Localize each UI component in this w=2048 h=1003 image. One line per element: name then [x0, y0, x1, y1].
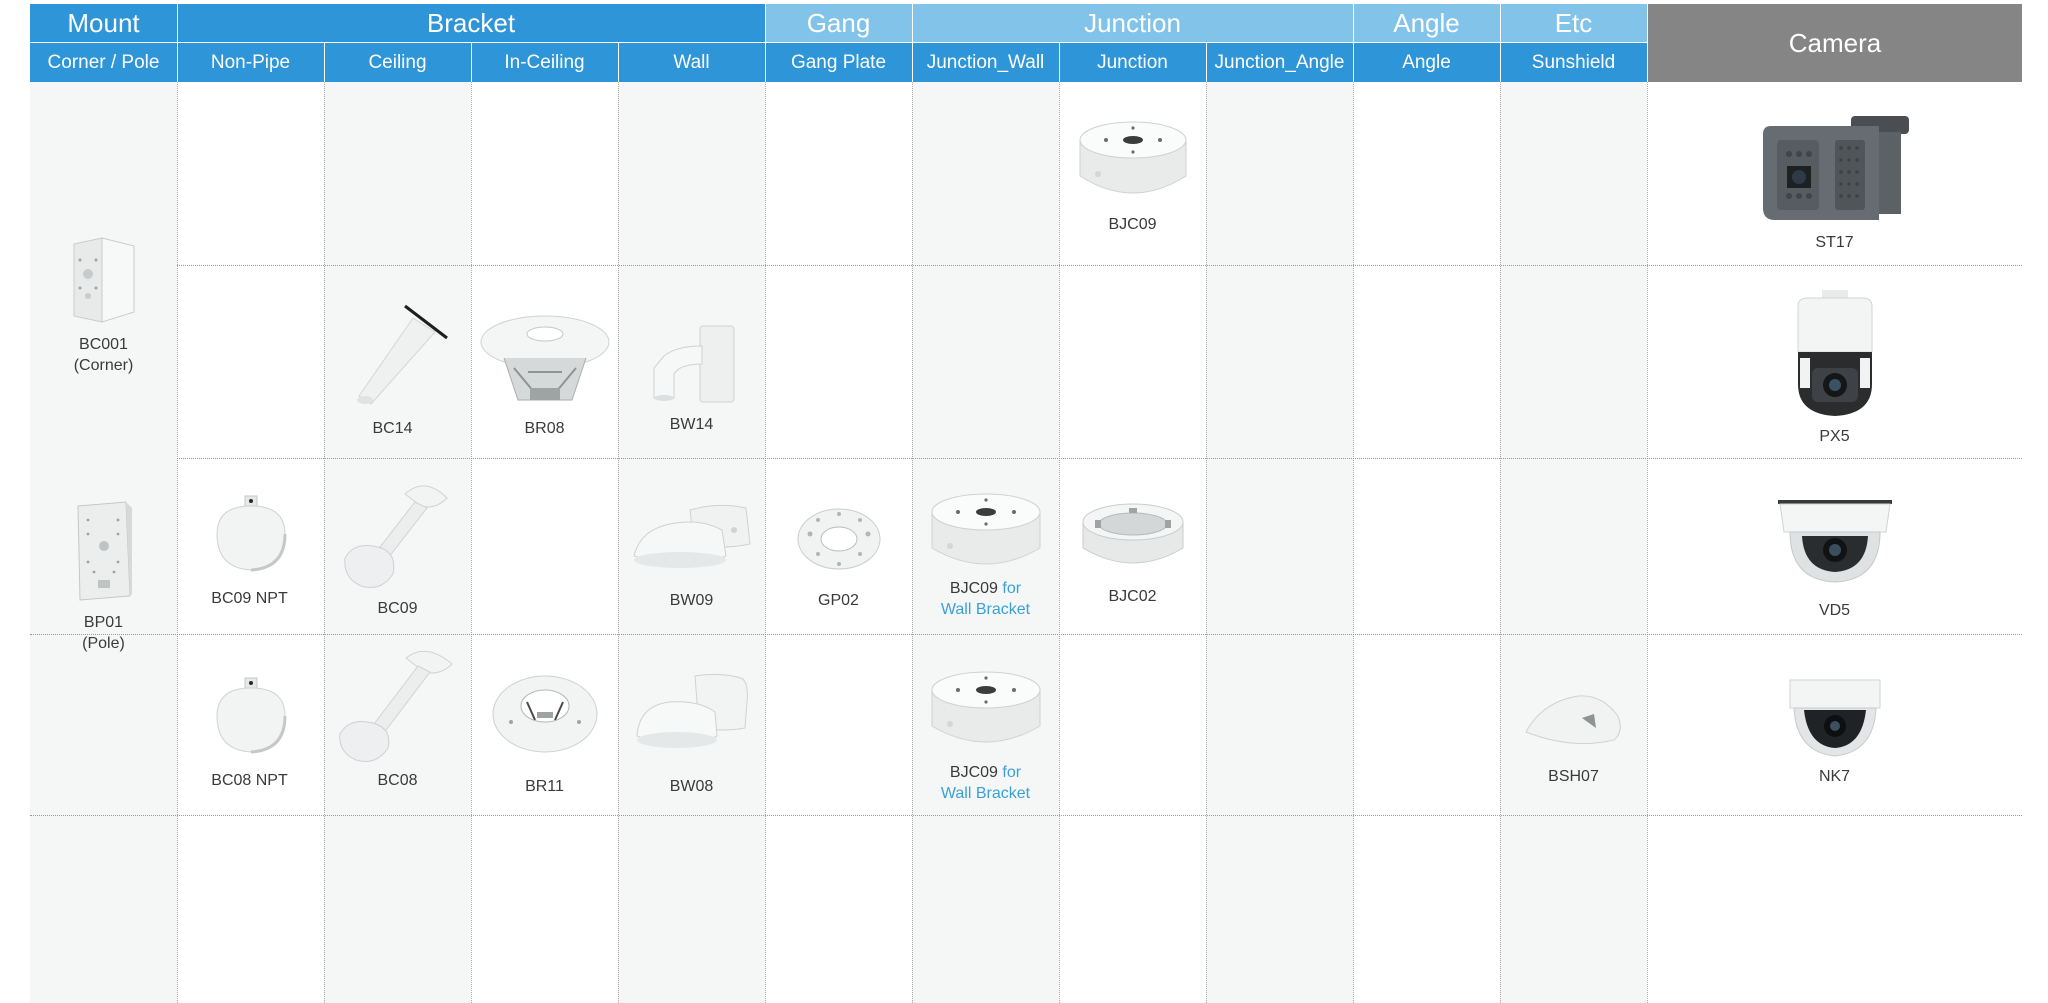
product-st17[interactable]: ST17	[1647, 110, 2022, 253]
product-br08[interactable]: BR08	[471, 312, 618, 439]
product-br11[interactable]: BR11	[471, 672, 618, 797]
bc001-label: BC001	[79, 336, 128, 353]
product-bjc02[interactable]: BJC02	[1059, 498, 1206, 607]
wall-bracket-image	[653, 325, 734, 403]
vd5-label: VD5	[1818, 602, 1851, 619]
product-bw09[interactable]: BW09	[618, 500, 765, 611]
column-bg-sunshield	[1500, 82, 1647, 1003]
col-wall: Wall	[618, 43, 765, 82]
bp01-label: BP01	[83, 614, 124, 631]
bjc09-note-wall-bracket-row3: Wall Bracket	[940, 601, 1031, 618]
bc001-sublabel: (Corner)	[73, 357, 134, 374]
corner-mount-image	[73, 237, 134, 323]
product-px5[interactable]: PX5	[1647, 288, 2022, 447]
in-ceiling-bracket-image	[480, 315, 609, 401]
col-in-ceiling: In-Ceiling	[471, 43, 618, 82]
br08-label: BR08	[524, 420, 565, 437]
pole-mount-image	[76, 501, 132, 601]
bjc09-wall-label-row4: BJC09 for	[950, 762, 1021, 783]
col-junction: Junction	[1059, 43, 1206, 82]
bjc09-note-for: for	[1002, 764, 1022, 781]
bjc09-label: BJC09	[1108, 216, 1157, 233]
product-vd5[interactable]: VD5	[1647, 498, 2022, 621]
nk7-label: NK7	[1818, 768, 1851, 785]
gp02-label: GP02	[818, 592, 859, 609]
junction-box-image	[1079, 121, 1186, 194]
bc08-npt-label: BC08 NPT	[211, 772, 288, 789]
group-mount: Mount	[30, 4, 177, 42]
ceiling-bracket-image	[343, 485, 448, 588]
bc09-label: BC09	[377, 600, 418, 617]
bjc09-name: BJC09	[949, 764, 998, 781]
group-junction: Junction	[912, 4, 1353, 42]
col-non-pipe: Non-Pipe	[177, 43, 324, 82]
ceiling-pipe-bracket-image	[356, 304, 448, 405]
px5-label: PX5	[1819, 428, 1850, 445]
wall-mount-bracket-image	[635, 673, 748, 748]
column-bg-junction-angle	[1206, 82, 1353, 1003]
product-bw08[interactable]: BW08	[618, 672, 765, 797]
bw14-label: BW14	[669, 416, 714, 433]
group-etc: Etc	[1500, 4, 1647, 42]
group-angle: Angle	[1353, 4, 1500, 42]
col-junction-wall: Junction_Wall	[912, 43, 1059, 82]
bc14-label: BC14	[372, 420, 413, 437]
product-bp01[interactable]: BP01 (Pole)	[30, 500, 177, 654]
product-bjc09-wall-row4[interactable]: BJC09 for Wall Bracket	[912, 668, 1059, 804]
bjc02-label: BJC02	[1108, 588, 1157, 605]
product-bw14[interactable]: BW14	[618, 322, 765, 435]
sunshield-image	[1524, 695, 1621, 745]
bjc09-note-for: for	[1002, 580, 1022, 597]
bc08-label: BC08	[377, 772, 418, 789]
product-bc08[interactable]: BC08	[324, 644, 471, 791]
junction-box-wall-image	[931, 671, 1040, 743]
junction-box-wall-image	[931, 493, 1040, 565]
group-camera: Camera	[1648, 4, 2022, 82]
bw08-label: BW08	[669, 778, 714, 795]
bullet-camera-image	[1762, 116, 1909, 220]
product-bc001[interactable]: BC001 (Corner)	[30, 234, 177, 376]
accessory-compatibility-chart: Mount Bracket Gang Junction Angle Etc Ca…	[30, 4, 2022, 1003]
product-bc09[interactable]: BC09	[324, 476, 471, 619]
product-bc14[interactable]: BC14	[324, 300, 471, 439]
bsh07-label: BSH07	[1548, 768, 1599, 785]
bjc09-wall-label-row3: BJC09 for	[950, 578, 1021, 599]
col-angle: Angle	[1353, 43, 1500, 82]
bp01-sublabel: (Pole)	[82, 635, 125, 652]
gang-plate-image	[797, 508, 880, 570]
product-gp02[interactable]: GP02	[765, 506, 912, 611]
ceiling-bracket-image	[338, 650, 453, 762]
st17-label: ST17	[1815, 234, 1854, 251]
product-bjc09-junction[interactable]: BJC09	[1059, 118, 1206, 235]
in-ceiling-bracket-image	[492, 675, 597, 753]
bw09-label: BW09	[669, 592, 714, 609]
bjc09-name: BJC09	[949, 580, 998, 597]
col-corner-pole: Corner / Pole	[30, 43, 177, 82]
non-pipe-bracket-image	[215, 677, 286, 754]
product-bsh07[interactable]: BSH07	[1500, 688, 1647, 787]
dome-camera-image	[1789, 679, 1880, 757]
ptz-camera-image	[1797, 290, 1872, 416]
col-ceiling: Ceiling	[324, 43, 471, 82]
bc09-npt-label: BC09 NPT	[211, 590, 288, 607]
product-bc09-npt[interactable]: BC09 NPT	[177, 494, 324, 609]
bjc09-note-wall-bracket-row4: Wall Bracket	[940, 785, 1031, 802]
group-bracket: Bracket	[177, 4, 765, 42]
non-pipe-bracket-image	[215, 495, 286, 572]
col-gang-plate: Gang Plate	[765, 43, 912, 82]
junction-ring-image	[1082, 503, 1183, 564]
col-junction-angle: Junction_Angle	[1206, 43, 1353, 82]
group-gang: Gang	[765, 4, 912, 42]
product-nk7[interactable]: NK7	[1647, 678, 2022, 787]
col-sunshield: Sunshield	[1500, 43, 1647, 82]
product-bjc09-wall-row3[interactable]: BJC09 for Wall Bracket	[912, 490, 1059, 620]
dome-camera-image	[1777, 500, 1892, 583]
wall-mount-bracket-image	[632, 504, 751, 568]
br11-label: BR11	[525, 778, 564, 795]
product-bc08-npt[interactable]: BC08 NPT	[177, 676, 324, 791]
